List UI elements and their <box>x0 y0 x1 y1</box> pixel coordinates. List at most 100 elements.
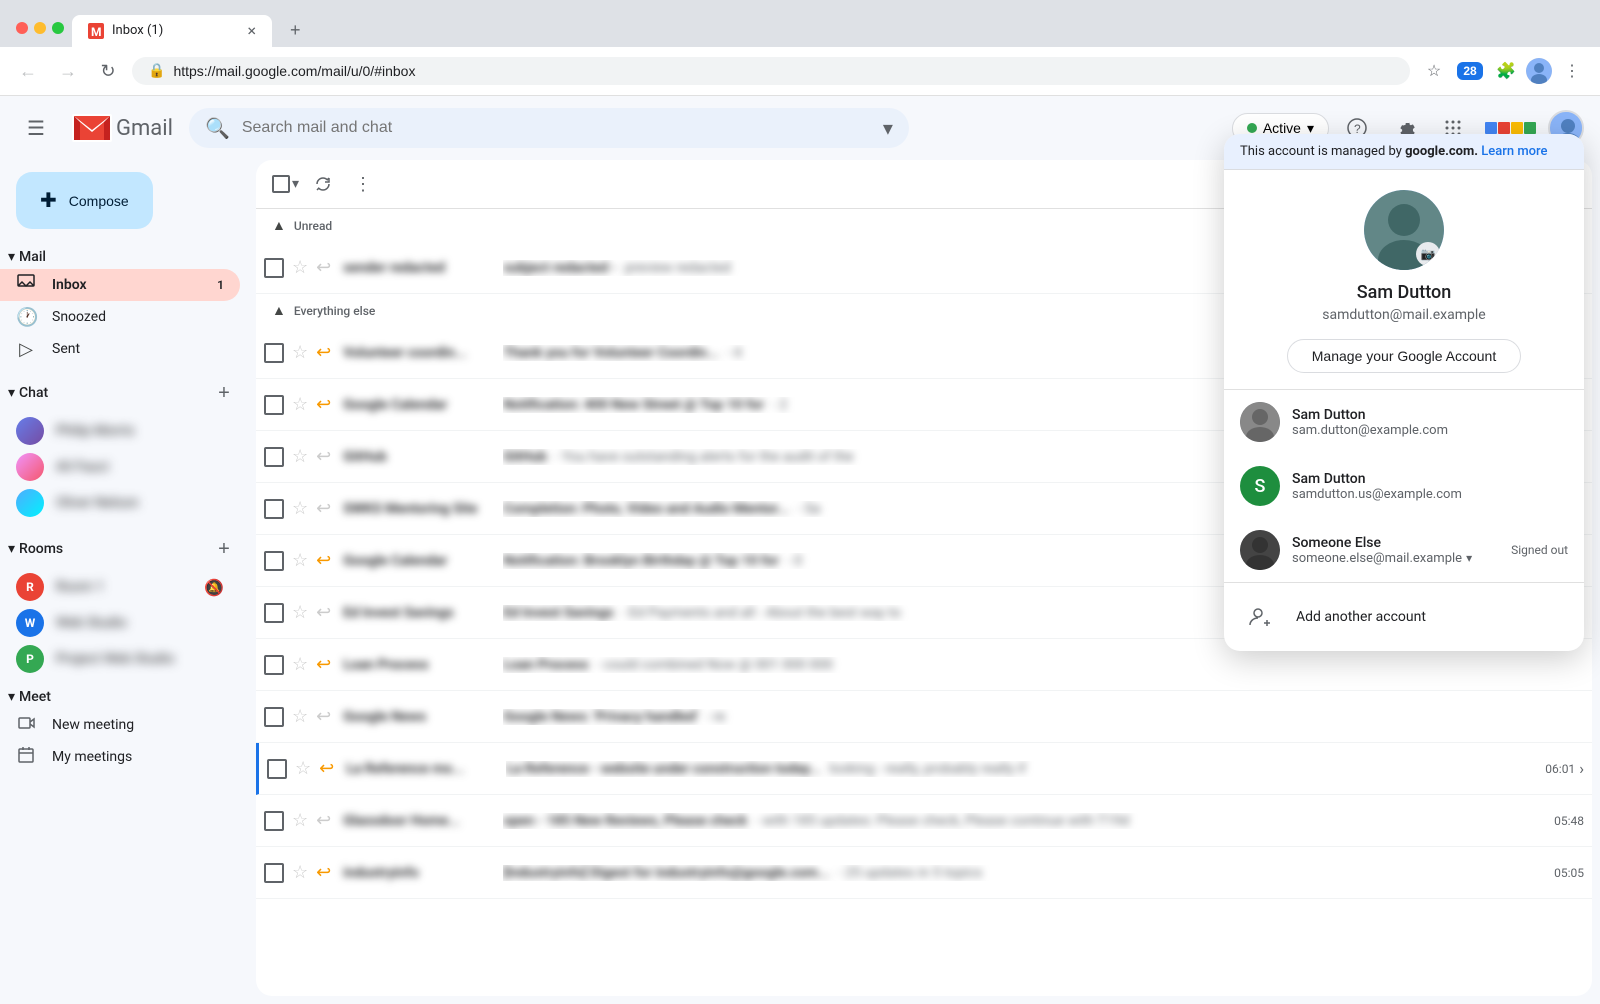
tab-close-button[interactable]: × <box>247 23 256 39</box>
star-icon[interactable]: ☆ <box>292 394 308 415</box>
select-all-checkbox[interactable] <box>272 175 290 193</box>
forward-button[interactable]: → <box>52 55 84 87</box>
forward-icon: ↩ <box>319 758 334 779</box>
chat-contact-3[interactable]: Oliver Nelson <box>0 485 240 521</box>
search-input[interactable] <box>242 119 871 137</box>
star-icon[interactable]: ☆ <box>292 862 308 883</box>
compose-button[interactable]: ✚ Compose <box>16 172 153 229</box>
refresh-emails-button[interactable] <box>307 168 339 200</box>
sidebar-item-my-meetings[interactable]: My meetings <box>0 741 240 773</box>
google-logo <box>1485 122 1536 134</box>
email-checkbox[interactable] <box>264 707 284 727</box>
account-2-name: Sam Dutton <box>1292 471 1568 487</box>
email-subject: La Reference - website under constructio… <box>506 761 821 777</box>
star-icon[interactable]: ☆ <box>292 498 308 519</box>
learn-more-link[interactable]: Learn more <box>1481 144 1547 159</box>
main-menu-button[interactable]: ☰ <box>16 108 56 148</box>
extensions-button[interactable]: 🧩 <box>1490 55 1522 87</box>
url-input[interactable] <box>173 63 1394 79</box>
email-row-10[interactable]: ☆ ↩ Glassdoor Home... open - 185 New Rev… <box>256 795 1592 847</box>
refresh-button[interactable]: ↻ <box>92 55 124 87</box>
chat-contact-1-name: Philip Morris <box>56 423 134 439</box>
email-preview: - 0 <box>787 553 802 569</box>
account-item-2[interactable]: S Sam Dutton samdutton.us@example.com <box>1224 454 1584 518</box>
email-row-8[interactable]: ☆ ↩ Google News Google News: 'Privacy ha… <box>256 691 1592 743</box>
room-1[interactable]: R Room 1 🔕 <box>0 569 240 605</box>
email-checkbox[interactable] <box>264 655 284 675</box>
account-avatar-3 <box>1240 530 1280 570</box>
mail-section-toggle[interactable]: ▾ Mail <box>8 249 46 265</box>
email-preview: - Sa <box>797 501 820 517</box>
sidebar-item-new-meeting[interactable]: New meeting <box>0 709 240 741</box>
window-maximize-dot[interactable] <box>52 22 64 34</box>
sidebar-item-snoozed[interactable]: 🕐 Snoozed <box>0 301 240 333</box>
back-button[interactable]: ← <box>12 55 44 87</box>
browser-profile-pic[interactable] <box>1526 58 1552 84</box>
forward-icon: ↩ <box>316 446 331 467</box>
account-item-3[interactable]: Someone Else someone.else@mail.example ▾… <box>1224 518 1584 582</box>
chat-collapse-icon: ▾ <box>8 385 15 401</box>
add-room-button[interactable]: + <box>208 533 240 565</box>
rooms-section-toggle[interactable]: ▾ Rooms <box>8 541 63 557</box>
rooms-section-label: Rooms <box>19 541 63 557</box>
email-checkbox[interactable] <box>264 811 284 831</box>
everything-else-collapse-button[interactable]: ▲ <box>272 302 286 319</box>
camera-icon[interactable]: 📷 <box>1416 242 1440 266</box>
more-actions-button[interactable]: ⋮ <box>347 168 379 200</box>
room-3[interactable]: P Project Web Studio <box>0 641 240 677</box>
star-icon[interactable]: ☆ <box>292 257 308 278</box>
gmail-logo[interactable]: Gmail <box>72 114 173 142</box>
bookmark-button[interactable]: ☆ <box>1418 55 1450 87</box>
toolbar-icons: ☆ 28 🧩 ⋮ <box>1418 55 1588 87</box>
email-checkbox[interactable] <box>264 603 284 623</box>
profile-avatar-large: 📷 <box>1364 190 1444 270</box>
chat-section-toggle[interactable]: ▾ Chat <box>8 385 48 401</box>
new-tab-button[interactable]: + <box>280 14 311 47</box>
chat-contact-2[interactable]: Ali Fauci <box>0 449 240 485</box>
select-dropdown-icon[interactable]: ▾ <box>292 176 299 192</box>
email-checkbox[interactable] <box>264 551 284 571</box>
star-icon[interactable]: ☆ <box>292 810 308 831</box>
sent-label: Sent <box>52 341 224 357</box>
dropdown-accounts-list: Sam Dutton sam.dutton@example.com S Sam … <box>1224 390 1584 583</box>
star-icon[interactable]: ☆ <box>292 446 308 467</box>
email-checkbox[interactable] <box>264 447 284 467</box>
forward-icon: ↩ <box>316 862 331 883</box>
window-minimize-dot[interactable] <box>34 22 46 34</box>
star-icon[interactable]: ☆ <box>292 706 308 727</box>
star-icon[interactable]: ☆ <box>292 654 308 675</box>
star-icon[interactable]: ☆ <box>292 342 308 363</box>
star-icon[interactable]: ☆ <box>292 602 308 623</box>
window-close-dot[interactable] <box>16 22 28 34</box>
add-account-icon <box>1240 597 1280 637</box>
email-row-9[interactable]: ☆ ↩ La Reference mo... La Reference - we… <box>256 743 1592 795</box>
email-checkbox[interactable] <box>264 863 284 883</box>
sender-name: La Reference mo... <box>346 761 506 777</box>
search-dropdown-icon[interactable]: ▾ <box>883 116 893 140</box>
chat-section-label: Chat <box>19 385 48 401</box>
sidebar-item-inbox[interactable]: Inbox 1 <box>0 269 240 301</box>
room-2[interactable]: W Web Studio <box>0 605 240 641</box>
star-icon[interactable]: ☆ <box>292 550 308 571</box>
email-checkbox[interactable] <box>264 343 284 363</box>
account-avatar-1 <box>1240 402 1280 442</box>
star-icon[interactable]: ☆ <box>295 758 311 779</box>
add-chat-button[interactable]: + <box>208 377 240 409</box>
unread-collapse-button[interactable]: ▲ <box>272 217 286 234</box>
my-meetings-label: My meetings <box>52 749 224 765</box>
expand-icon: › <box>1579 759 1584 778</box>
email-checkbox[interactable] <box>267 759 287 779</box>
meet-section-toggle[interactable]: ▾ Meet <box>8 689 51 705</box>
browser-tab-gmail[interactable]: M Inbox (1) × <box>72 15 272 47</box>
browser-menu-button[interactable]: ⋮ <box>1556 55 1588 87</box>
account-item-1[interactable]: Sam Dutton sam.dutton@example.com <box>1224 390 1584 454</box>
manage-google-account-button[interactable]: Manage your Google Account <box>1287 339 1521 373</box>
add-another-account-button[interactable]: Add another account <box>1224 583 1584 651</box>
email-checkbox[interactable] <box>264 499 284 519</box>
email-checkbox[interactable] <box>264 258 284 278</box>
email-row-11[interactable]: ☆ ↩ industryinfo [Industryinfo] Digest f… <box>256 847 1592 899</box>
email-checkbox[interactable] <box>264 395 284 415</box>
calendar-extension-button[interactable]: 28 <box>1454 55 1486 87</box>
chat-contact-1[interactable]: Philip Morris <box>0 413 240 449</box>
sidebar-item-sent[interactable]: ▷ Sent <box>0 333 240 365</box>
